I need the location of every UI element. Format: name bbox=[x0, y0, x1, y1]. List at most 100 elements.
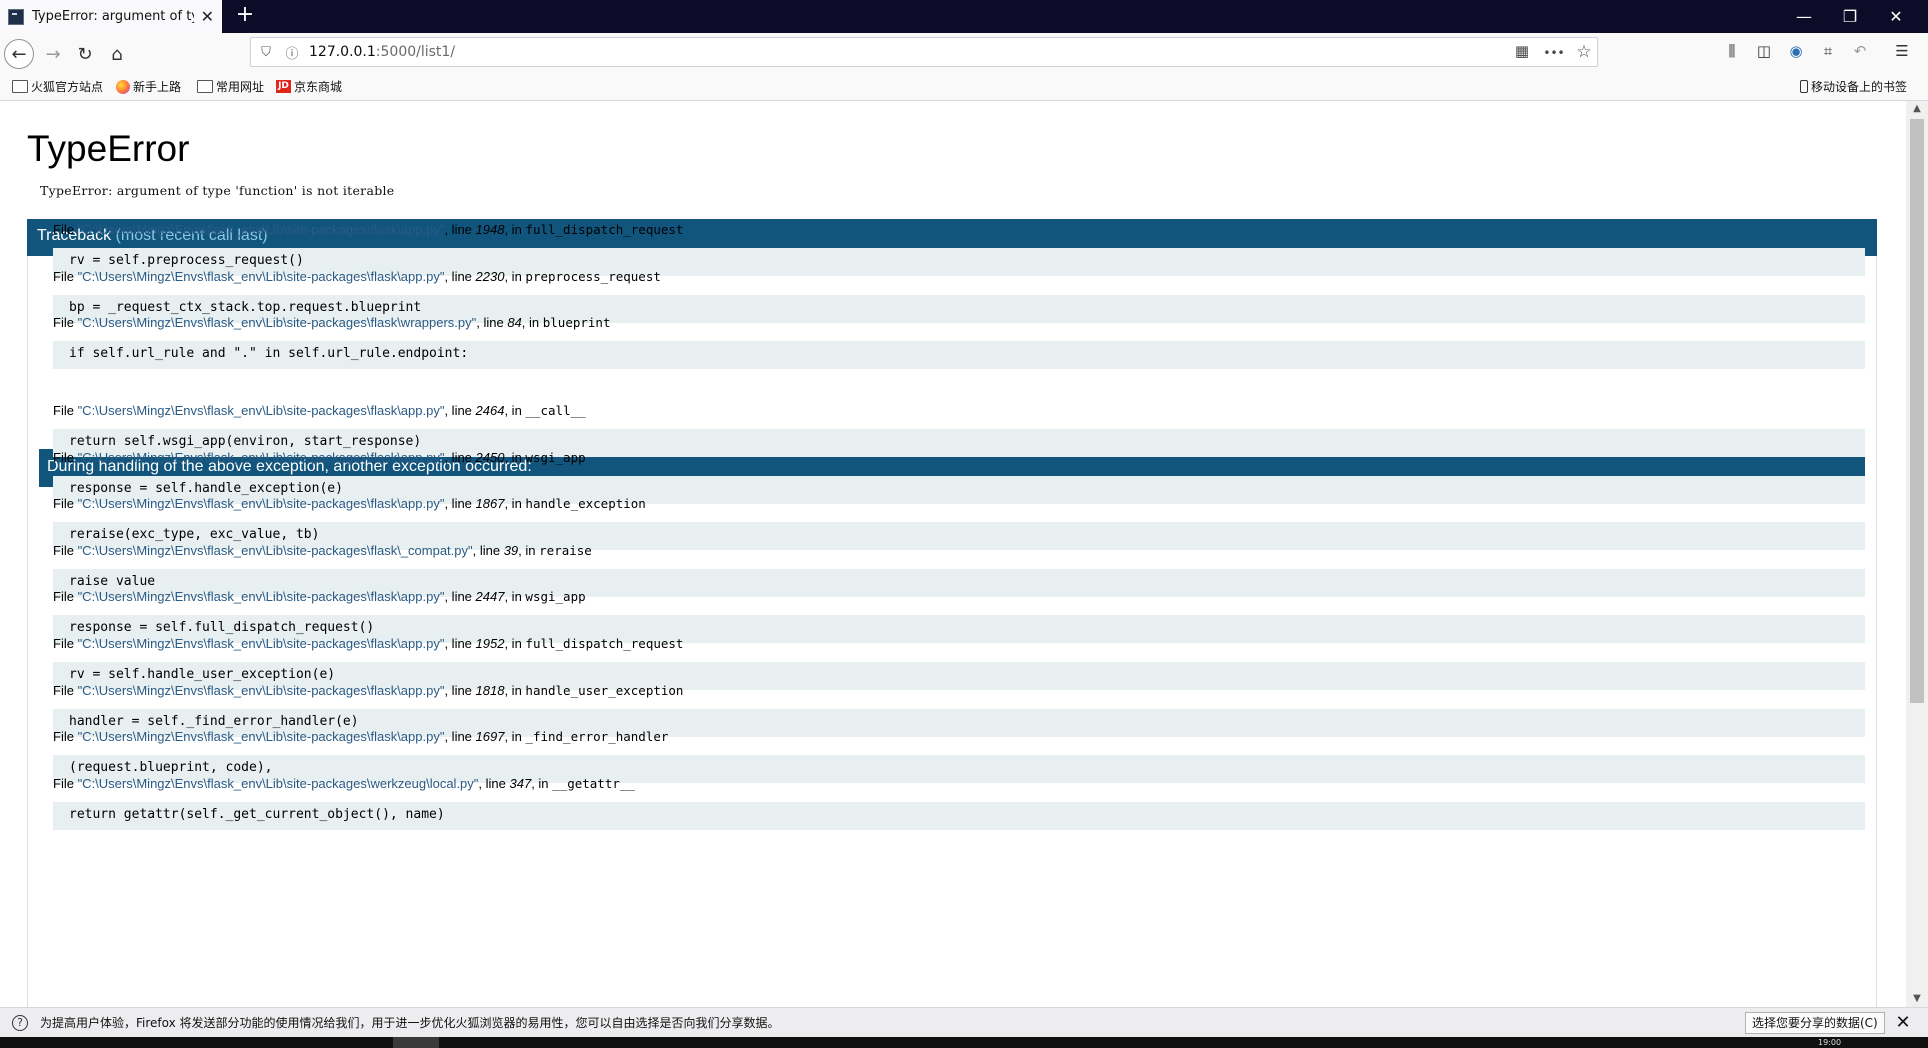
close-window-button[interactable]: ✕ bbox=[1873, 0, 1919, 33]
frame-line-number: 1818 bbox=[475, 682, 505, 698]
home-button[interactable]: ⌂ bbox=[102, 39, 132, 69]
sidebar-icon[interactable]: ◫ bbox=[1752, 42, 1776, 64]
frame-code-line[interactable]: if self.url_rule and "." in self.url_rul… bbox=[53, 341, 1865, 370]
url-bar[interactable]: ⛉ ⓘ 127.0.0.1:5000/list1/ ▦ ••• ☆ bbox=[250, 37, 1598, 67]
mobile-bookmarks[interactable]: 移动设备上的书签 bbox=[1800, 78, 1907, 95]
in-prefix: , in bbox=[531, 775, 553, 791]
tab-close-icon[interactable]: ✕ bbox=[201, 8, 214, 25]
line-prefix: , line bbox=[478, 775, 510, 791]
bookmark-getting-started[interactable]: 新手上路 bbox=[116, 78, 181, 95]
file-prefix: File bbox=[53, 315, 78, 331]
url-text[interactable]: 127.0.0.1:5000/list1/ bbox=[309, 44, 455, 60]
frame-line-number: 1697 bbox=[475, 729, 505, 745]
account-icon[interactable]: ◉ bbox=[1784, 42, 1808, 64]
folder-icon bbox=[12, 80, 28, 93]
frame-location: File "C:\Users\Mingz\Envs\flask_env\Lib\… bbox=[53, 543, 1865, 561]
bookmark-firefox-official[interactable]: 火狐官方站点 bbox=[12, 78, 103, 95]
line-prefix: , line bbox=[444, 403, 476, 418]
traceback-frame: File "C:\Users\Mingz\Envs\flask_env\Lib\… bbox=[53, 315, 1865, 370]
frame-line-number: 84 bbox=[507, 315, 522, 331]
title-bar: TypeError: argument of type 'function' i… bbox=[0, 0, 1928, 33]
frame-filename[interactable]: "C:\Users\Mingz\Envs\flask_env\Lib\site-… bbox=[78, 403, 445, 418]
frame-location: File "C:\Users\Mingz\Envs\flask_env\Lib\… bbox=[53, 589, 1865, 607]
shield-icon[interactable]: ⛉ bbox=[255, 45, 277, 60]
qr-code-icon[interactable]: ▦ bbox=[1511, 42, 1533, 64]
page-content: TypeError TypeError: argument of type 'f… bbox=[0, 101, 1906, 1007]
page-scrollbar[interactable]: ▲ ▼ bbox=[1906, 101, 1928, 1007]
line-prefix: , line bbox=[444, 636, 476, 651]
file-prefix: File bbox=[53, 542, 78, 558]
file-prefix: File bbox=[53, 775, 78, 791]
frame-location: File "C:\Users\Mingz\Envs\flask_env\Lib\… bbox=[53, 776, 1865, 794]
line-prefix: , line bbox=[444, 729, 476, 745]
file-prefix: File bbox=[53, 222, 78, 237]
frame-filename[interactable]: "C:\Users\Mingz\Envs\flask_env\Lib\site-… bbox=[78, 496, 445, 511]
site-info-icon[interactable]: ⓘ bbox=[281, 43, 303, 62]
url-path: :5000/list1/ bbox=[375, 44, 456, 60]
frame-function: blueprint bbox=[542, 315, 611, 331]
choose-data-button[interactable]: 选择您要分享的数据(C) bbox=[1745, 1012, 1885, 1034]
frame-line-number: 2464 bbox=[475, 403, 505, 418]
file-prefix: File bbox=[53, 403, 78, 418]
frame-filename[interactable]: "C:\Users\Mingz\Envs\flask_env\Lib\site-… bbox=[78, 269, 445, 284]
menu-icon[interactable]: ☰ bbox=[1890, 42, 1914, 64]
frame-filename[interactable]: "C:\Users\Mingz\Envs\flask_env\Lib\site-… bbox=[78, 776, 479, 791]
frame-filename[interactable]: "C:\Users\Mingz\Envs\flask_env\Lib\site-… bbox=[78, 450, 445, 465]
frame-filename[interactable]: "C:\Users\Mingz\Envs\flask_env\Lib\site-… bbox=[78, 729, 445, 744]
taskbar-app[interactable] bbox=[393, 1037, 439, 1048]
navigation-toolbar: ← → ↻ ⌂ ⛉ ⓘ 127.0.0.1:5000/list1/ ▦ ••• … bbox=[0, 33, 1928, 73]
new-tab-button[interactable]: + bbox=[233, 4, 257, 28]
notification-close-icon[interactable]: ✕ bbox=[1892, 1012, 1914, 1034]
undo-icon[interactable]: ↶ bbox=[1848, 42, 1872, 64]
frame-location: File "C:\Users\Mingz\Envs\flask_env\Lib\… bbox=[53, 222, 1865, 240]
frame-line-number: 1948 bbox=[475, 222, 505, 237]
restore-button[interactable]: ❐ bbox=[1827, 0, 1873, 33]
frame-filename[interactable]: "C:\Users\Mingz\Envs\flask_env\Lib\site-… bbox=[78, 543, 473, 558]
line-prefix: , line bbox=[472, 542, 504, 558]
bookmark-label: 新手上路 bbox=[133, 80, 182, 94]
frame-line-number: 347 bbox=[509, 775, 532, 791]
bookmark-star-icon[interactable]: ☆ bbox=[1573, 42, 1595, 64]
in-prefix: , in bbox=[504, 222, 526, 237]
scroll-down-icon[interactable]: ▼ bbox=[1906, 991, 1928, 1007]
jd-logo-icon: JD bbox=[276, 80, 291, 93]
frame-filename[interactable]: "C:\Users\Mingz\Envs\flask_env\Lib\site-… bbox=[78, 222, 445, 237]
folder-icon bbox=[197, 80, 213, 93]
scroll-up-icon[interactable]: ▲ bbox=[1906, 101, 1928, 117]
browser-tab[interactable]: TypeError: argument of type 'function' i… bbox=[0, 0, 222, 33]
back-button[interactable]: ← bbox=[4, 39, 34, 69]
help-icon: ? bbox=[12, 1014, 28, 1031]
in-prefix: , in bbox=[504, 636, 526, 651]
frame-filename[interactable]: "C:\Users\Mingz\Envs\flask_env\Lib\site-… bbox=[78, 683, 445, 698]
frame-code-line[interactable]: return getattr(self._get_current_object(… bbox=[53, 801, 1865, 830]
frame-function: full_dispatch_request bbox=[525, 222, 684, 237]
library-icon[interactable]: ⫼ bbox=[1720, 42, 1744, 64]
frame-filename[interactable]: "C:\Users\Mingz\Envs\flask_env\Lib\site-… bbox=[78, 636, 445, 651]
bookmark-jd[interactable]: JD 京东商城 bbox=[276, 78, 342, 95]
frame-filename[interactable]: "C:\Users\Mingz\Envs\flask_env\Lib\site-… bbox=[78, 315, 477, 330]
notification-text: 为提高用户体验，Firefox 将发送部分功能的使用情况给我们，用于进一步优化火… bbox=[40, 1016, 780, 1030]
frame-line-number: 2230 bbox=[475, 268, 505, 284]
line-prefix: , line bbox=[444, 496, 476, 512]
tab-title: TypeError: argument of type 'function' i… bbox=[32, 9, 194, 24]
bookmark-label: 火狐官方站点 bbox=[31, 80, 104, 94]
line-prefix: , line bbox=[444, 682, 476, 698]
scroll-thumb[interactable] bbox=[1910, 119, 1924, 703]
frame-line-number: 2447 bbox=[475, 589, 505, 605]
minimize-button[interactable]: — bbox=[1781, 0, 1827, 33]
page-actions-icon[interactable]: ••• bbox=[1543, 42, 1565, 64]
frame-line-number: 1867 bbox=[475, 496, 505, 512]
frame-filename[interactable]: "C:\Users\Mingz\Envs\flask_env\Lib\site-… bbox=[78, 589, 445, 604]
bookmark-common-sites[interactable]: 常用网址 bbox=[197, 78, 264, 95]
frame-function: _find_error_handler bbox=[525, 729, 669, 745]
reload-button[interactable]: ↻ bbox=[70, 39, 100, 69]
in-prefix: , in bbox=[504, 403, 526, 418]
data-sharing-notification: ? 为提高用户体验，Firefox 将发送部分功能的使用情况给我们，用于进一步优… bbox=[0, 1007, 1928, 1037]
frame-location: File "C:\Users\Mingz\Envs\flask_env\Lib\… bbox=[53, 683, 1865, 701]
terminal-favicon-icon bbox=[8, 8, 24, 25]
screenshot-icon[interactable]: ⌗ bbox=[1816, 42, 1840, 64]
frame-function: __getattr__ bbox=[552, 775, 635, 791]
forward-button[interactable]: → bbox=[38, 39, 68, 69]
frame-line-number: 2450 bbox=[475, 449, 505, 465]
file-prefix: File bbox=[53, 636, 78, 651]
